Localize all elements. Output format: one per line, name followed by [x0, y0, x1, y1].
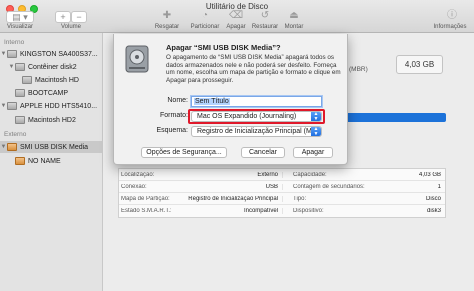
volume-label: Volume — [60, 24, 81, 30]
sidebar-item-label: BOOTCAMP — [28, 89, 69, 97]
table-row: Conexão: USB Contagem de secundários: 1 — [119, 181, 445, 193]
info-value: Incompatível — [171, 208, 283, 214]
name-field-value: Sem Título — [194, 98, 230, 105]
capacity-box: 4,03 GB — [396, 55, 443, 74]
info-label: Conexão: — [121, 183, 147, 190]
internal-disk-icon — [7, 102, 17, 110]
sidebar-item-smi-usb[interactable]: ▼ SMI USB DISK Media — [0, 141, 103, 153]
external-disk-icon — [7, 143, 17, 151]
stepper-arrows-icon: ▲ ▼ — [311, 127, 321, 136]
sidebar-icon: ▤ ▾ — [12, 11, 28, 22]
erase-label: Apagar — [226, 24, 246, 30]
external-volume-icon — [15, 157, 25, 165]
sidebar: Interno ▼ KINGSTON SA400S37... ▼ Contêin… — [0, 33, 103, 291]
dialog-message: O apagamento de “SMI USB DISK Media” apa… — [166, 54, 341, 84]
format-highlight-box — [188, 109, 325, 124]
erase-confirm-button[interactable]: Apagar — [293, 147, 333, 158]
erase-icon[interactable]: ⌫ — [229, 10, 243, 22]
sidebar-item-apple-hdd[interactable]: ▼ APPLE HDD HTS5410... — [0, 100, 103, 112]
info-label: Estado S.M.A.R.T.: — [121, 208, 171, 214]
table-row: Mapa de Partição: Registro de Inicializa… — [119, 193, 445, 205]
view-label: Visualizar — [7, 24, 33, 30]
view-button[interactable]: ▤ ▾ — [6, 11, 34, 23]
remove-volume-button[interactable]: − — [71, 11, 87, 23]
partition-label: Particionar — [190, 24, 220, 30]
restore-icon[interactable]: ↺ — [258, 10, 272, 22]
sidebar-item-label: NO NAME — [28, 157, 61, 165]
sidebar-section-external: Externo — [4, 131, 27, 138]
sidebar-item-bootcamp[interactable]: BOOTCAMP — [0, 87, 103, 99]
name-field[interactable]: Sem Título — [191, 96, 322, 107]
volume-icon — [22, 76, 32, 84]
format-label: Formato: — [159, 112, 188, 119]
info-label: Contagem de secundários: — [293, 183, 365, 190]
security-options-button[interactable]: Opções de Segurança... — [141, 147, 227, 158]
sidebar-item-kingston[interactable]: ▼ KINGSTON SA400S37... — [0, 48, 103, 60]
disk-utility-icon — [125, 45, 149, 73]
add-volume-button[interactable]: + — [55, 11, 71, 23]
sidebar-item-label: SMI USB DISK Media — [20, 143, 89, 151]
disclosure-open-icon[interactable]: ▼ — [0, 144, 7, 150]
table-row: Localização: Externo Capacidade: 4,03 GB — [119, 169, 445, 181]
sidebar-item-label: KINGSTON SA400S37... — [20, 50, 98, 58]
window-toolbar: Utilitário de Disco ▤ ▾ Visualizar + − V… — [0, 0, 474, 33]
sidebar-item-label: Contêiner disk2 — [28, 63, 77, 71]
sidebar-item-macintosh-hd2[interactable]: Macintosh HD2 — [0, 114, 103, 126]
erase-dialog: Apagar “SMI USB DISK Media”? O apagament… — [113, 34, 348, 165]
mount-label: Montar — [284, 24, 304, 30]
info-table: Localização: Externo Capacidade: 4,03 GB… — [118, 168, 446, 218]
partition-icon[interactable]: ◔ — [198, 10, 212, 22]
info-value: Registro de Inicialização Principal — [171, 195, 283, 202]
scheme-label: Esquema: — [156, 127, 188, 134]
info-value: disk3 — [426, 208, 441, 214]
info-label: Capacidade: — [293, 171, 327, 178]
sidebar-item-no-name[interactable]: NO NAME — [0, 155, 103, 167]
info-label: Mapa de Partição: — [121, 195, 170, 202]
scheme-select[interactable]: Registro de Inicialização Principal (M..… — [191, 126, 322, 137]
first-aid-icon[interactable]: ✚ — [160, 10, 174, 22]
sidebar-section-internal: Interno — [4, 39, 25, 46]
disclosure-open-icon[interactable]: ▼ — [8, 64, 15, 70]
info-label: Informações — [433, 24, 467, 30]
info-value: Disco — [425, 195, 441, 202]
sidebar-item-label: Macintosh HD — [35, 76, 79, 84]
info-label: Localização: — [121, 171, 155, 178]
dialog-title: Apagar “SMI USB DISK Media”? — [166, 43, 281, 52]
info-value: 4,03 GB — [418, 171, 441, 178]
info-value: USB — [171, 183, 283, 190]
scheme-select-value: Registro de Inicialização Principal (M..… — [197, 128, 318, 135]
info-value: Externo — [171, 171, 283, 178]
disclosure-open-icon[interactable]: ▼ — [0, 103, 7, 109]
name-label: Nome: — [167, 97, 188, 104]
rescue-label: Resgatar — [154, 24, 180, 30]
disclosure-open-icon[interactable]: ▼ — [0, 51, 7, 57]
info-icon[interactable]: ⓘ — [445, 10, 459, 22]
table-row: Estado S.M.A.R.T.: Incompatível Disposit… — [119, 205, 445, 217]
internal-disk-icon — [7, 50, 17, 58]
restore-label: Restaurar — [251, 24, 279, 30]
volume-icon — [15, 89, 25, 97]
sidebar-item-label: Macintosh HD2 — [28, 116, 76, 124]
sidebar-item-macintosh-hd[interactable]: Macintosh HD — [0, 74, 103, 86]
container-icon — [15, 63, 25, 71]
info-label: Dispositivo: — [293, 208, 324, 214]
cancel-button[interactable]: Cancelar — [241, 147, 285, 158]
info-value: 1 — [437, 183, 441, 190]
sidebar-item-container-disk2[interactable]: ▼ Contêiner disk2 — [0, 61, 103, 73]
info-label: Tipo: — [293, 195, 307, 202]
volume-icon — [15, 116, 25, 124]
sidebar-item-label: APPLE HDD HTS5410... — [20, 102, 98, 110]
partition-scheme-text: (MBR) — [349, 66, 368, 73]
mount-icon[interactable]: ⏏ — [287, 10, 301, 22]
